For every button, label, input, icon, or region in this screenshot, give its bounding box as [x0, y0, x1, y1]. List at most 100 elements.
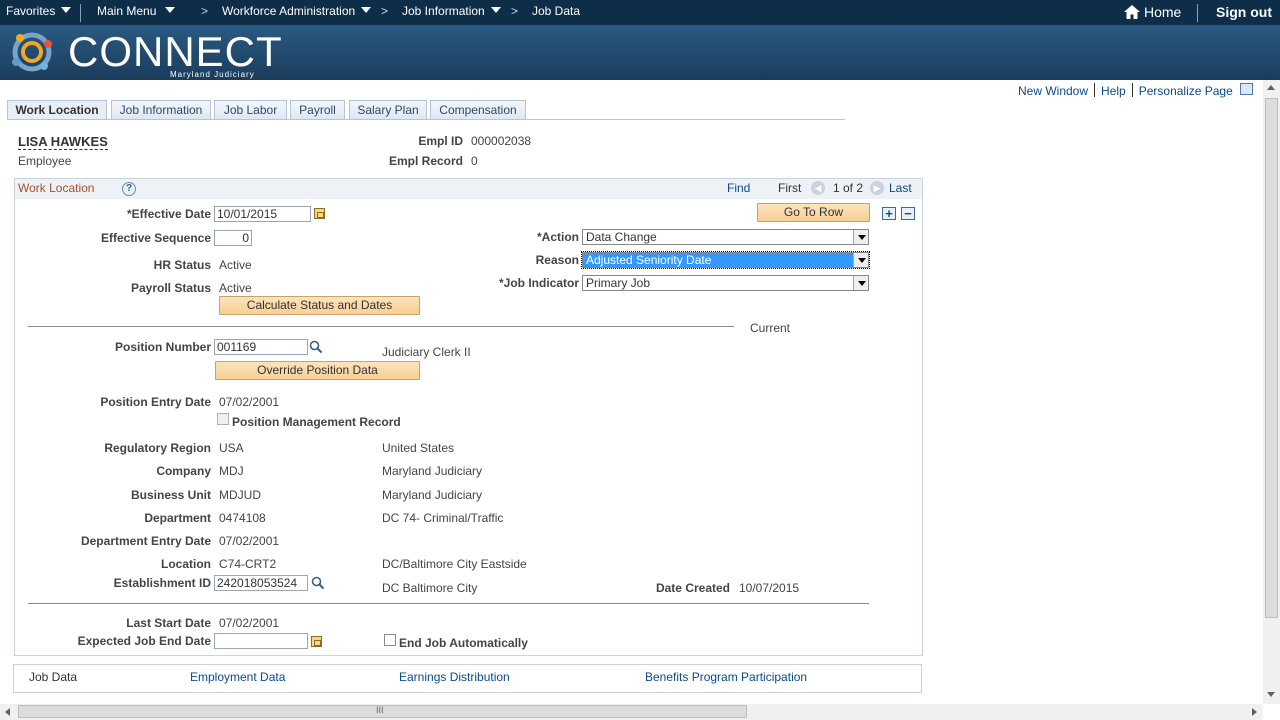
benefits-program-link[interactable]: Benefits Program Participation [645, 670, 807, 684]
tab-underline [7, 119, 845, 120]
home-link[interactable]: Home [1124, 4, 1181, 20]
top-nav-bar: Favorites Main Menu > Workforce Administ… [0, 0, 1280, 25]
department-entry-date-label: Department Entry Date [80, 534, 211, 548]
chevron-down-icon [490, 7, 501, 13]
calendar-icon[interactable] [311, 636, 322, 647]
link-divider [1131, 83, 1133, 97]
action-value: Data Change [586, 230, 657, 244]
personalize-page-link[interactable]: Personalize Page [1139, 84, 1233, 98]
add-row-icon[interactable]: + [882, 207, 896, 220]
chevron-down-icon [361, 7, 372, 13]
nav-divider [1197, 4, 1198, 22]
last-start-date-value: 07/02/2001 [219, 616, 280, 630]
breadcrumb-job-information[interactable]: Job Information [402, 4, 501, 18]
row-count: 1 of 2 [833, 181, 864, 195]
scroll-down-icon[interactable] [1267, 692, 1275, 697]
effective-date-label: *Effective Date [126, 207, 211, 221]
search-icon[interactable] [311, 576, 325, 590]
override-position-button[interactable]: Override Position Data [215, 361, 420, 380]
logo-wordmark: CONNECT [68, 28, 283, 75]
position-number-field[interactable]: 001169 [214, 339, 308, 355]
job-indicator-label: *Job Indicator [498, 276, 579, 290]
position-entry-date-value: 07/02/2001 [219, 395, 280, 409]
action-select[interactable]: Data Change [582, 229, 869, 245]
new-window-link[interactable]: New Window [1018, 84, 1088, 98]
sign-out-link[interactable]: Sign out [1216, 4, 1272, 20]
tab-compensation[interactable]: Compensation [430, 100, 526, 120]
department-entry-date-value: 07/02/2001 [219, 534, 280, 548]
vertical-scroll-thumb[interactable] [1265, 98, 1278, 618]
business-unit-label: Business Unit [130, 488, 211, 502]
breadcrumb-workforce-administration[interactable]: Workforce Administration [222, 4, 372, 18]
help-icon[interactable]: ? [122, 182, 136, 196]
empl-record-label: Empl Record [388, 154, 463, 168]
delete-row-icon[interactable]: − [901, 207, 915, 220]
breadcrumb-label: Workforce Administration [222, 4, 356, 18]
nav-divider [80, 4, 81, 22]
find-link[interactable]: Find [727, 181, 750, 195]
position-description: Judiciary Clerk II [382, 345, 471, 359]
payroll-status-value: Active [219, 281, 252, 295]
horizontal-scroll-thumb[interactable]: III [18, 705, 747, 718]
effective-sequence-field[interactable]: 0 [214, 230, 252, 246]
scroll-right-icon[interactable] [1252, 708, 1257, 716]
action-label: *Action [537, 230, 579, 244]
chevron-down-icon[interactable] [853, 230, 868, 244]
help-link[interactable]: Help [1101, 84, 1126, 98]
hr-status-label: HR Status [153, 258, 211, 272]
favorites-menu[interactable]: Favorites [6, 4, 72, 18]
personalize-grid-icon[interactable] [1240, 83, 1253, 95]
chevron-down-icon [165, 7, 176, 13]
company-description: Maryland Judiciary [382, 464, 483, 478]
hr-status-value: Active [219, 258, 252, 272]
tab-payroll[interactable]: Payroll [290, 100, 345, 120]
end-job-automatically-checkbox[interactable] [384, 634, 396, 646]
breadcrumb-separator: > [201, 4, 209, 18]
section-divider [28, 603, 869, 604]
last-link[interactable]: Last [889, 181, 912, 195]
favorites-label: Favorites [6, 4, 56, 18]
search-icon[interactable] [309, 340, 323, 354]
regulatory-region-description: United States [382, 441, 455, 455]
date-created-label: Date Created [655, 581, 730, 595]
effective-date-field[interactable]: 10/01/2015 [214, 206, 311, 222]
calculate-status-button[interactable]: Calculate Status and Dates [219, 296, 420, 315]
employee-name[interactable]: LISA HAWKES [18, 134, 108, 150]
tab-salary-plan[interactable]: Salary Plan [349, 100, 427, 120]
location-value: C74-CRT2 [219, 557, 277, 571]
first-label: First [778, 181, 802, 195]
previous-row-icon[interactable]: ◀ [811, 181, 825, 195]
position-management-checkbox [217, 413, 229, 425]
logo-icon [12, 32, 52, 72]
reason-select[interactable]: Adjusted Seniority Date [581, 251, 870, 269]
position-management-label: Position Management Record [232, 415, 401, 429]
employment-data-link[interactable]: Employment Data [190, 670, 285, 684]
chevron-down-icon[interactable] [853, 253, 868, 267]
location-label: Location [161, 557, 211, 571]
tab-work-location[interactable]: Work Location [7, 100, 107, 120]
establishment-id-field[interactable]: 242018053524 [214, 575, 308, 591]
breadcrumb-job-data[interactable]: Job Data [532, 4, 580, 18]
company-value: MDJ [219, 464, 244, 478]
scroll-left-icon[interactable] [5, 708, 10, 716]
breadcrumb-label: Job Information [402, 4, 485, 18]
earnings-distribution-link[interactable]: Earnings Distribution [399, 670, 510, 684]
job-indicator-select[interactable]: Primary Job [582, 275, 869, 291]
tab-job-labor[interactable]: Job Labor [214, 100, 287, 120]
regulatory-region-value: USA [219, 441, 244, 455]
link-divider [1094, 83, 1096, 97]
business-unit-description: Maryland Judiciary [382, 488, 483, 502]
main-menu[interactable]: Main Menu [97, 4, 176, 18]
go-to-row-button[interactable]: Go To Row [757, 203, 870, 222]
group-header: Work Location ? Find First ◀ 1 of 2 ▶ La… [15, 179, 922, 199]
expected-job-end-date-field[interactable] [214, 633, 308, 649]
expected-job-end-date-label: Expected Job End Date [77, 634, 211, 648]
tab-job-information[interactable]: Job Information [111, 100, 211, 120]
job-data-link[interactable]: Job Data [29, 670, 77, 684]
establishment-description: DC Baltimore City [382, 581, 478, 595]
scroll-up-icon[interactable] [1267, 85, 1275, 90]
next-row-icon[interactable]: ▶ [870, 181, 884, 195]
chevron-down-icon[interactable] [853, 276, 868, 290]
breadcrumb-separator: > [511, 4, 519, 18]
calendar-icon[interactable] [314, 208, 325, 219]
